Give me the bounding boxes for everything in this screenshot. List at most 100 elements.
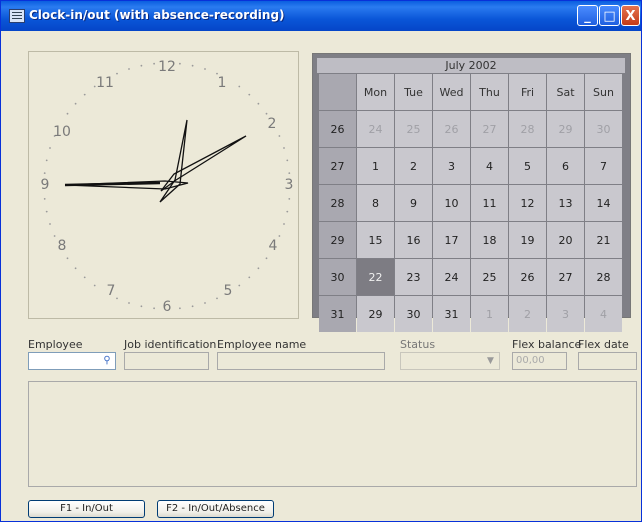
calendar-day[interactable]: 19 xyxy=(509,222,546,258)
clock-minute-dot xyxy=(128,68,130,70)
minimize-button[interactable]: _ xyxy=(577,5,598,26)
title-bar[interactable]: Clock-in/out (with absence-recording) _ … xyxy=(1,1,641,31)
calendar-day[interactable]: 3 xyxy=(547,296,584,332)
clock-minute-dot xyxy=(153,307,155,310)
calendar-day[interactable]: 8 xyxy=(357,185,394,221)
week-number[interactable]: 31 xyxy=(319,296,356,332)
clock-minute-dot xyxy=(238,85,241,88)
clock-minute-dot xyxy=(49,223,51,225)
chevron-down-icon[interactable]: ▼ xyxy=(483,354,498,368)
clock-minute-dot xyxy=(140,305,143,308)
calendar-day[interactable]: 10 xyxy=(433,185,470,221)
calendar-day[interactable]: 29 xyxy=(357,296,394,332)
calendar-day[interactable]: 25 xyxy=(471,259,508,295)
calendar-day[interactable]: 1 xyxy=(471,296,508,332)
calendar-day[interactable]: 31 xyxy=(433,296,470,332)
status-select[interactable]: ▼ xyxy=(400,352,500,370)
calendar-day[interactable]: 30 xyxy=(585,111,622,147)
employee-input[interactable]: ⚲ xyxy=(28,352,116,370)
calendar-day[interactable]: 23 xyxy=(395,259,432,295)
clock-minute-dot xyxy=(49,147,51,149)
maximize-button[interactable]: □ xyxy=(599,5,620,26)
week-number[interactable]: 26 xyxy=(319,111,356,147)
week-number[interactable]: 28 xyxy=(319,185,356,221)
week-number[interactable]: 30 xyxy=(319,259,356,295)
lookup-icon[interactable]: ⚲ xyxy=(100,354,114,368)
close-button[interactable]: X xyxy=(621,5,640,26)
calendar-day[interactable]: 27 xyxy=(471,111,508,147)
calendar-day[interactable]: 12 xyxy=(509,185,546,221)
clock-number-1: 1 xyxy=(218,75,227,91)
flex-balance-value: 00,00 xyxy=(516,355,545,366)
calendar-day[interactable]: 9 xyxy=(395,185,432,221)
week-number[interactable]: 27 xyxy=(319,148,356,184)
calendar-day[interactable]: 7 xyxy=(585,148,622,184)
weekday-header: Mon xyxy=(357,74,394,110)
flex-balance-label: Flex balance xyxy=(512,338,582,351)
employee-name-label: Employee name xyxy=(217,338,307,351)
clock-minute-dot xyxy=(286,159,289,162)
app-icon xyxy=(9,9,25,23)
calendar-corner xyxy=(319,74,356,110)
clock-minute-dot xyxy=(83,93,86,96)
clock-number-7: 7 xyxy=(107,283,116,299)
calendar-day-selected[interactable]: 22 xyxy=(357,259,394,295)
calendar-day[interactable]: 18 xyxy=(471,222,508,258)
clock-minute-dot xyxy=(179,62,181,65)
weekday-header: Fri xyxy=(509,74,546,110)
calendar-day[interactable]: 11 xyxy=(471,185,508,221)
clock-minute-dot xyxy=(278,235,281,237)
calendar-day[interactable]: 28 xyxy=(509,111,546,147)
clock-minute-dot xyxy=(116,297,118,300)
calendar-day[interactable]: 26 xyxy=(509,259,546,295)
clock-minute-dot xyxy=(53,235,56,237)
clock-minute-dot xyxy=(43,198,46,200)
calendar-day[interactable]: 5 xyxy=(509,148,546,184)
app-window: Clock-in/out (with absence-recording) _ … xyxy=(0,0,642,522)
clock-number-4: 4 xyxy=(269,238,278,254)
job-identification-label: Job identification xyxy=(124,338,217,351)
weekday-header: Wed xyxy=(433,74,470,110)
calendar-panel: July 2002 Mon Tue Wed Thu Fri Sat Sun 26 24 25 26 2… xyxy=(312,53,631,332)
flex-balance-field: 00,00 xyxy=(512,352,567,370)
status-label: Status xyxy=(400,338,436,351)
calendar-day[interactable]: 14 xyxy=(585,185,622,221)
calendar-day[interactable]: 30 xyxy=(395,296,432,332)
calendar-day[interactable]: 28 xyxy=(585,259,622,295)
calendar-day[interactable]: 2 xyxy=(509,296,546,332)
calendar-day[interactable]: 4 xyxy=(471,148,508,184)
calendar-day[interactable]: 25 xyxy=(395,111,432,147)
clock-minute-dot xyxy=(265,257,268,260)
calendar-day[interactable]: 26 xyxy=(433,111,470,147)
clock-minute-dot xyxy=(66,112,69,115)
calendar-day[interactable]: 1 xyxy=(357,148,394,184)
in-out-button[interactable]: F1 - In/Out xyxy=(28,500,145,518)
in-out-absence-button[interactable]: F2 - In/Out/Absence xyxy=(157,500,274,518)
calendar-day[interactable]: 2 xyxy=(395,148,432,184)
employee-label: Employee xyxy=(28,338,83,351)
clock-minute-dot xyxy=(248,93,251,96)
calendar-day[interactable]: 24 xyxy=(357,111,394,147)
calendar-day[interactable]: 17 xyxy=(433,222,470,258)
calendar-day[interactable]: 13 xyxy=(547,185,584,221)
calendar-day[interactable]: 20 xyxy=(547,222,584,258)
calendar-day[interactable]: 6 xyxy=(547,148,584,184)
calendar-day[interactable]: 15 xyxy=(357,222,394,258)
clock-minute-dot xyxy=(45,159,48,162)
calendar-day[interactable]: 16 xyxy=(395,222,432,258)
clock-minute-dot xyxy=(238,284,241,287)
minute-hand xyxy=(159,119,188,203)
week-number[interactable]: 29 xyxy=(319,222,356,258)
calendar-day[interactable]: 4 xyxy=(585,296,622,332)
calendar-day[interactable]: 21 xyxy=(585,222,622,258)
flex-date-label: Flex date xyxy=(578,338,629,351)
calendar-day[interactable]: 24 xyxy=(433,259,470,295)
second-hand-shaft xyxy=(64,181,161,187)
clock-minute-dot xyxy=(286,210,289,213)
calendar-day[interactable]: 29 xyxy=(547,111,584,147)
clock-minute-dot xyxy=(288,172,291,174)
clock-minute-dot xyxy=(66,257,69,260)
calendar-month-title[interactable]: July 2002 xyxy=(317,58,625,73)
calendar-day[interactable]: 3 xyxy=(433,148,470,184)
calendar-day[interactable]: 27 xyxy=(547,259,584,295)
